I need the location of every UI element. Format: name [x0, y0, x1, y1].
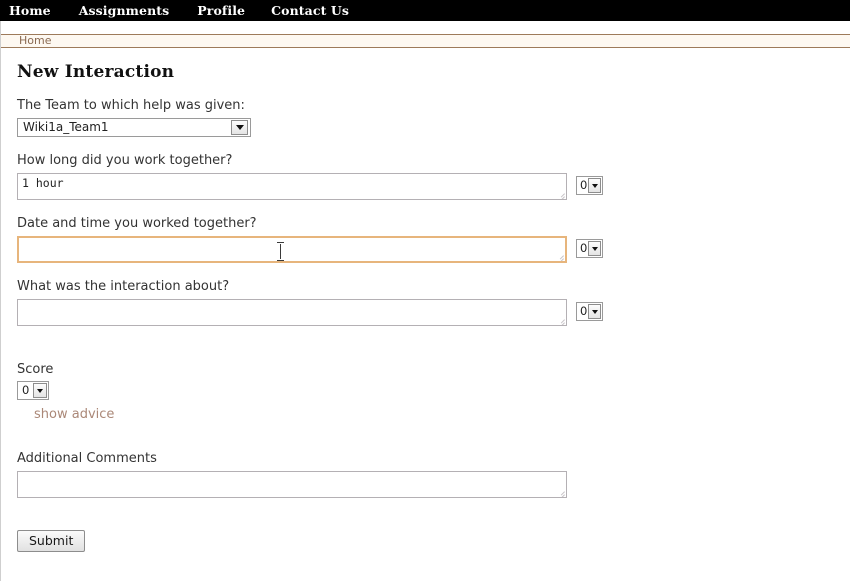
chevron-down-icon[interactable]	[33, 383, 47, 398]
chevron-down-icon[interactable]	[231, 120, 248, 135]
show-advice-link[interactable]: show advice	[34, 407, 114, 422]
field-duration: How long did you work together? 1 hour 0	[17, 153, 850, 200]
breadcrumb: Home	[1, 34, 850, 48]
duration-textarea[interactable]: 1 hour	[17, 173, 567, 200]
resize-handle-icon[interactable]	[555, 314, 565, 325]
score-select[interactable]: 0	[17, 381, 49, 400]
field-topic: What was the interaction about? 0	[17, 279, 850, 326]
page-content: New Interaction The Team to which help w…	[1, 62, 850, 552]
datetime-counter-select[interactable]: 0	[576, 239, 603, 258]
nav-item-home[interactable]: Home	[9, 0, 51, 21]
datetime-counter-value: 0	[580, 241, 588, 255]
label-comments: Additional Comments	[17, 451, 157, 466]
topic-textarea[interactable]	[17, 299, 567, 326]
submit-button[interactable]: Submit	[17, 530, 86, 552]
resize-handle-icon[interactable]	[554, 250, 564, 261]
chevron-down-icon[interactable]	[588, 304, 601, 319]
label-score: Score	[17, 362, 54, 377]
duration-counter-value: 0	[580, 178, 588, 192]
nav-item-profile[interactable]: Profile	[197, 0, 245, 21]
comments-textarea[interactable]	[17, 471, 567, 498]
nav-item-contact-us[interactable]: Contact Us	[271, 0, 349, 21]
label-datetime: Date and time you worked together?	[17, 216, 257, 231]
team-select[interactable]: Wiki1a_Team1	[17, 118, 251, 137]
resize-handle-icon[interactable]	[555, 486, 565, 497]
score-select-value: 0	[22, 383, 30, 397]
page-title: New Interaction	[17, 62, 175, 82]
team-select-value: Wiki1a_Team1	[23, 120, 109, 134]
topic-counter-value: 0	[580, 304, 588, 318]
top-navbar: Home Assignments Profile Contact Us	[0, 0, 850, 21]
field-team: The Team to which help was given: Wiki1a…	[17, 98, 850, 137]
label-topic: What was the interaction about?	[17, 279, 230, 294]
resize-handle-icon[interactable]	[555, 188, 565, 199]
topic-row: 0	[17, 299, 850, 326]
breadcrumb-link-home[interactable]: Home	[19, 35, 51, 47]
duration-row: 1 hour 0	[17, 173, 850, 200]
field-score: Score 0 show advice	[17, 362, 850, 422]
page-frame: Home New Interaction The Team to which h…	[0, 21, 850, 581]
datetime-row: 0	[17, 236, 850, 263]
duration-counter-select[interactable]: 0	[576, 176, 603, 195]
nav-item-assignments[interactable]: Assignments	[79, 0, 170, 21]
label-duration: How long did you work together?	[17, 153, 233, 168]
chevron-down-icon[interactable]	[588, 178, 601, 193]
submit-row: Submit	[17, 530, 850, 552]
chevron-down-icon[interactable]	[588, 241, 601, 256]
field-datetime: Date and time you worked together? 0	[17, 216, 850, 263]
topic-counter-select[interactable]: 0	[576, 302, 603, 321]
label-team: The Team to which help was given:	[17, 98, 245, 113]
field-comments: Additional Comments	[17, 451, 850, 498]
datetime-textarea[interactable]	[17, 236, 567, 263]
